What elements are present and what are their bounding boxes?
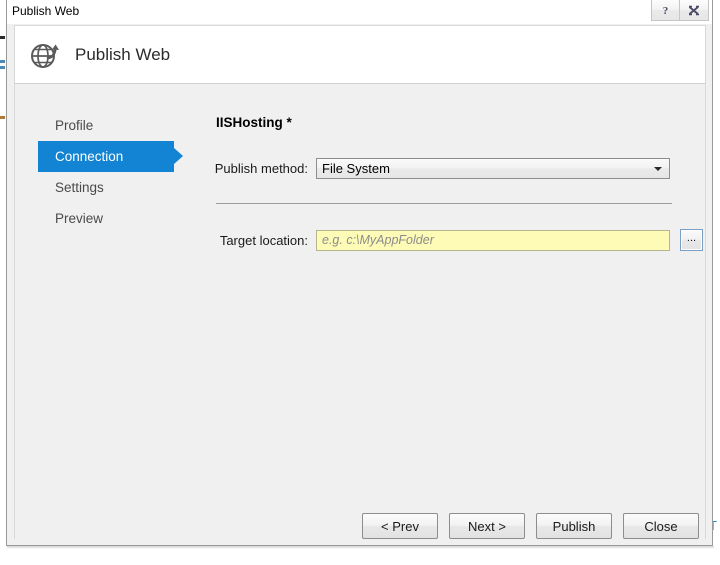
- close-icon: [688, 5, 699, 15]
- page-title: IISHosting *: [216, 115, 292, 130]
- close-dialog-button[interactable]: Close: [623, 513, 699, 539]
- sidebar-item-settings[interactable]: Settings: [15, 172, 195, 203]
- prev-button[interactable]: < Prev: [362, 513, 438, 539]
- section-divider: [216, 203, 672, 204]
- target-location-input[interactable]: e.g. c:\MyAppFolder: [316, 229, 670, 251]
- sidebar-item-settings-label: Settings: [55, 180, 104, 195]
- header-title: Publish Web: [75, 44, 171, 64]
- window-title: Publish Web: [12, 4, 80, 18]
- sidebar-item-connection-arrow: [174, 148, 183, 164]
- sidebar-item-preview-arrow: [174, 210, 183, 226]
- browse-button[interactable]: ...: [680, 229, 703, 251]
- publish-method-label: Publish method:: [214, 161, 308, 176]
- window-controls: ?: [651, 0, 709, 21]
- publish-button[interactable]: Publish: [536, 513, 612, 539]
- background-tick-1: [0, 36, 5, 39]
- sidebar-item-profile[interactable]: Profile: [15, 110, 195, 141]
- help-button[interactable]: ?: [651, 0, 680, 21]
- sidebar-item-profile-label: Profile: [55, 118, 94, 133]
- target-location-label: Target location:: [219, 232, 308, 248]
- sidebar-item-preview-label: Preview: [55, 211, 104, 226]
- target-location-placeholder: e.g. c:\MyAppFolder: [322, 233, 434, 247]
- svg-text:?: ?: [663, 5, 669, 17]
- chevron-down-icon: [654, 167, 662, 171]
- publish-method-value: File System: [322, 161, 390, 176]
- help-icon: ?: [663, 5, 669, 17]
- publish-method-select[interactable]: File System: [316, 158, 670, 179]
- background-tick-4: [0, 116, 5, 119]
- sidebar-item-profile-arrow: [174, 117, 183, 133]
- title-bar: Publish Web ?: [7, 0, 712, 24]
- next-button[interactable]: Next >: [449, 513, 525, 539]
- background-tick-3: [0, 66, 5, 69]
- desktop-backdrop: T Publish Web ?: [0, 0, 720, 565]
- close-button[interactable]: [680, 0, 709, 21]
- sidebar-item-connection-label: Connection: [55, 149, 124, 164]
- globe-publish-icon: [27, 37, 63, 73]
- dialog-button-row: < Prev Next > Publish Close: [362, 513, 699, 539]
- sidebar-item-settings-arrow: [174, 179, 183, 195]
- sidebar-item-connection[interactable]: Connection: [15, 141, 195, 172]
- dialog-drop-shadow: [7, 546, 714, 549]
- target-location-row: Target location: e.g. c:\MyAppFolder ...: [208, 229, 703, 251]
- sidebar-item-preview[interactable]: Preview: [15, 203, 195, 234]
- publish-web-dialog: Publish Web ? Publish Web Profile Connec…: [6, 0, 713, 546]
- dialog-body: Profile Connection Settings Preview IISH…: [14, 84, 706, 539]
- wizard-sidebar: Profile Connection Settings Preview: [15, 110, 195, 234]
- dialog-header: Publish Web: [14, 25, 706, 84]
- publish-method-row: Publish method: File System: [208, 158, 670, 179]
- background-tick-2: [0, 60, 5, 63]
